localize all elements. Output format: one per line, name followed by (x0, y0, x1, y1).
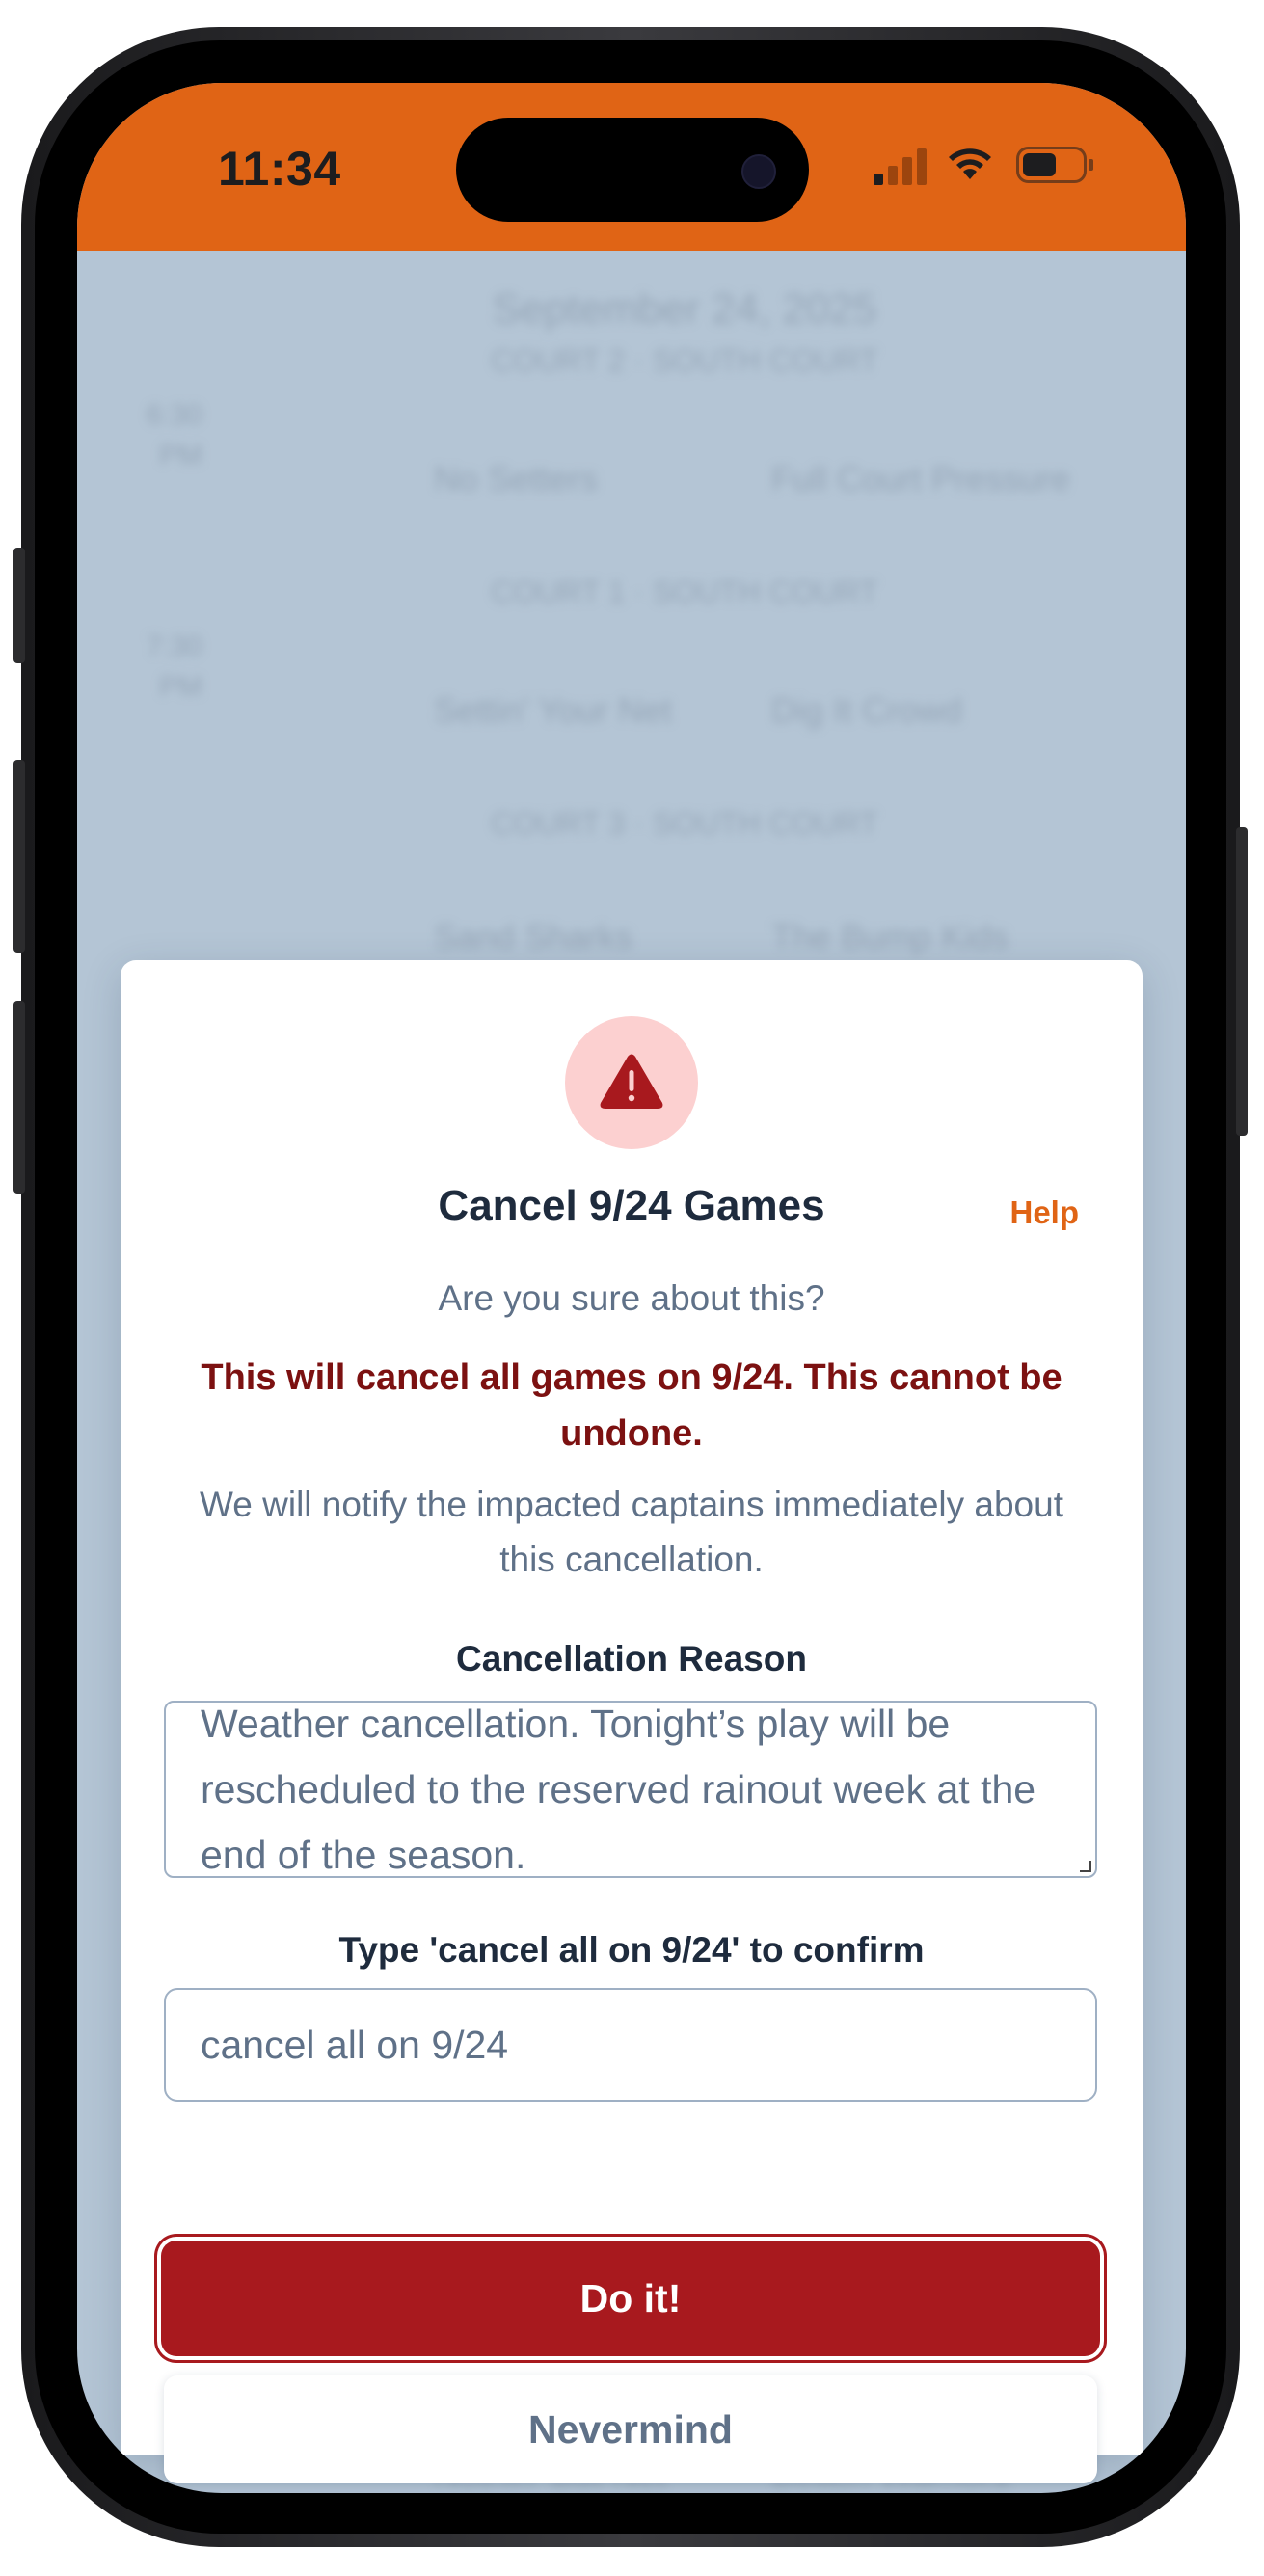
confirm-label: Type 'cancel all on 9/24' to confirm (338, 1930, 925, 1970)
action-button (13, 548, 25, 663)
match-time: 6:30 PM (146, 399, 202, 471)
do-it-button[interactable]: Do it! (161, 2241, 1100, 2356)
warning-triangle-icon (600, 1054, 663, 1109)
notify-info-text: We will notify the impacted captains imm… (200, 1485, 1063, 1579)
nevermind-button[interactable]: Nevermind (164, 2375, 1097, 2483)
dialog-subtitle: Are you sure about this? (438, 1278, 825, 1318)
danger-warning-text: This will cancel all games on 9/24. This… (201, 1357, 1062, 1454)
match-time: 7:30 PM (146, 631, 202, 703)
match-row: Settin' Your Net Dig It Crowd (434, 690, 963, 730)
resize-handle-icon[interactable] (1080, 1861, 1091, 1872)
warning-badge (565, 1016, 698, 1149)
court-row: COURT 3 · SOUTH COURT (491, 806, 878, 841)
cancellation-reason-textarea[interactable]: Weather cancellation. Tonight’s play wil… (164, 1701, 1097, 1878)
volume-down-button (13, 1001, 25, 1194)
power-button (1236, 827, 1248, 1136)
help-link[interactable]: Help (1009, 1194, 1079, 1231)
status-time: 11:34 (218, 142, 341, 196)
court-row: COURT 2 · SOUTH COURT (491, 343, 878, 378)
front-camera (741, 154, 776, 189)
cancellation-reason-value: Weather cancellation. Tonight’s play wil… (201, 1702, 1036, 1877)
cellular-signal-icon (874, 147, 928, 185)
battery-icon (1016, 147, 1093, 183)
court-row: COURT 1 · SOUTH COURT (491, 575, 878, 609)
confirm-input[interactable] (164, 1988, 1097, 2102)
status-bar: 11:34 (77, 83, 1186, 251)
screen: September 24, 2025 COURT 2 · SOUTH COURT… (77, 83, 1186, 2493)
wifi-icon (949, 148, 991, 179)
volume-up-button (13, 760, 25, 953)
dynamic-island (456, 118, 809, 222)
cancellation-reason-label: Cancellation Reason (456, 1639, 807, 1678)
match-row: No Setters Full Court Pressure (434, 459, 1071, 498)
dialog-title: Cancel 9/24 Games (438, 1182, 825, 1229)
cancel-games-dialog: Cancel 9/24 Games Help Are you sure abou… (121, 960, 1143, 2483)
